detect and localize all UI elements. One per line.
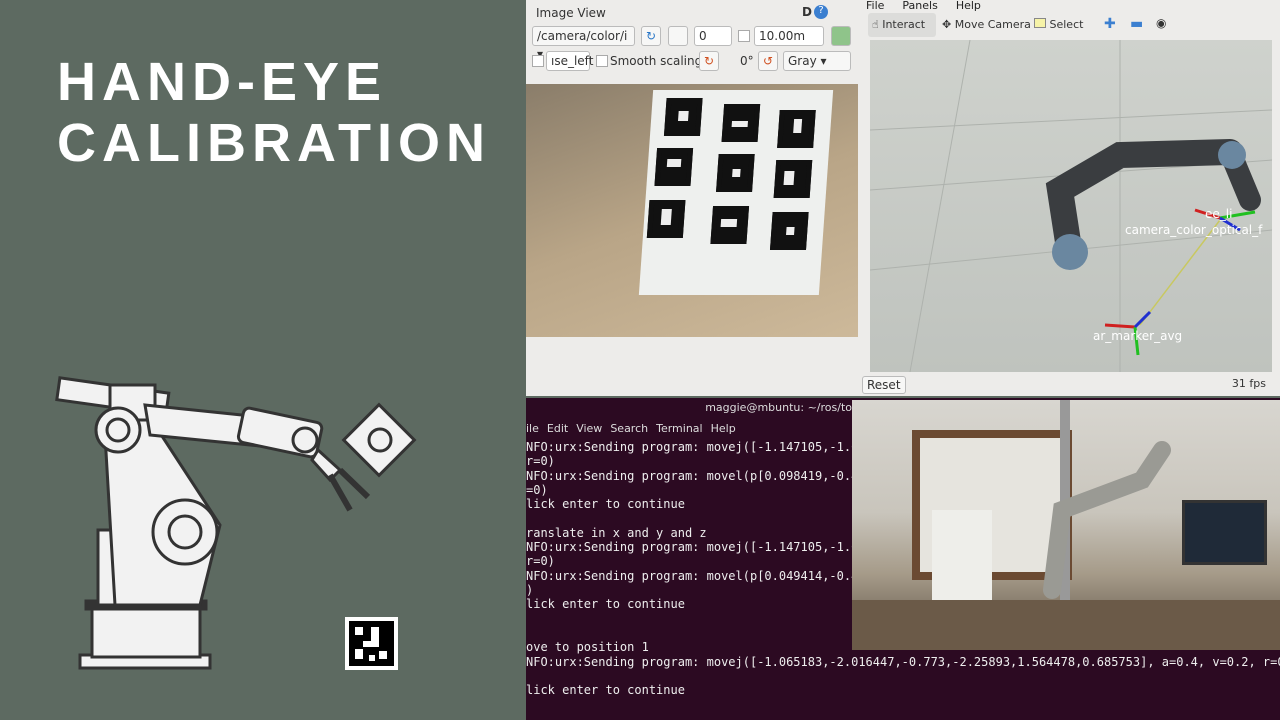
- smooth-scaling-label: Smooth scaling: [610, 54, 703, 68]
- mouse-left-checkbox[interactable]: [532, 55, 544, 67]
- camera-frame-label: camera_color_optical_f: [1125, 223, 1263, 237]
- 3d-view[interactable]: camera_color_optical_f ee_li ar_marker_a…: [869, 39, 1273, 373]
- terminal-line: r=0): [526, 454, 555, 469]
- help-icon[interactable]: ?: [814, 5, 828, 19]
- ee-frame-label: ee_li: [1205, 207, 1232, 221]
- menu-help[interactable]: Help: [956, 0, 981, 12]
- image-view-panel: Image View D ? /camera/color/i ▾ ↻ 0 10.…: [526, 0, 858, 396]
- marker-frame-label: ar_marker_avg: [1093, 329, 1182, 343]
- camera-image: [526, 84, 858, 337]
- colormap-select[interactable]: Gray ▾: [783, 51, 851, 71]
- terminal-line: lick enter to continue: [526, 683, 685, 698]
- rotation-label: 0°: [740, 54, 754, 68]
- refresh-icon[interactable]: ↻: [641, 26, 661, 46]
- move-camera-tool[interactable]: ✥ Move Camera: [942, 18, 1031, 31]
- fps-label: 31 fps: [1231, 377, 1266, 390]
- terminal-line: ): [526, 583, 534, 597]
- value-spinbox[interactable]: 0: [694, 26, 732, 46]
- terminal-line: =0): [526, 482, 548, 497]
- title-panel: HAND-EYE CALIBRATION: [0, 0, 526, 720]
- menu-panels[interactable]: Panels: [902, 0, 937, 12]
- title-line-2: CALIBRATION: [57, 113, 491, 173]
- menu-terminal[interactable]: Terminal: [656, 422, 703, 435]
- robot-visualization: camera_color_optical_f ee_li ar_marker_a…: [869, 39, 1273, 373]
- terminal-line: lick enter to continue: [526, 597, 685, 612]
- rotate-right-icon[interactable]: ↻: [699, 51, 719, 71]
- terminal-line: NFO:urx:Sending program: movel(p[0.04941…: [526, 568, 852, 583]
- lab-photo: [852, 400, 1280, 650]
- marker-board: [638, 90, 834, 295]
- terminal-line: NFO:urx:Sending program: movej([-1.06518…: [526, 654, 1280, 669]
- menu-file[interactable]: File: [866, 0, 884, 12]
- menu-view[interactable]: View: [576, 422, 602, 435]
- menu-file[interactable]: ile: [526, 422, 539, 435]
- terminal-line: r=0): [526, 554, 555, 569]
- interact-tool[interactable]: ☝ Interact: [868, 13, 936, 37]
- rviz-panel: File Panels Help ☝ Interact ✥ Move Camer…: [858, 0, 1280, 396]
- save-icon[interactable]: [668, 26, 688, 46]
- camera-view-icon[interactable]: ◉: [1156, 16, 1166, 30]
- terminal-line: NFO:urx:Sending program: movel(p[0.09841…: [526, 468, 852, 483]
- menu-help[interactable]: Help: [711, 422, 736, 435]
- remove-tool-icon[interactable]: ▬: [1130, 16, 1143, 32]
- terminal-title: maggie@mbuntu: ~/ros/to: [705, 401, 852, 414]
- terminal-line: ove to position 1: [526, 640, 649, 655]
- aruco-marker-icon: [345, 617, 398, 670]
- duration-spinbox[interactable]: 10.00m: [754, 26, 824, 46]
- rviz-menu-bar: File Panels Help: [866, 0, 981, 12]
- image-icon[interactable]: [831, 26, 851, 46]
- rotate-left-icon[interactable]: ↺: [758, 51, 778, 71]
- terminal-menu: ile Edit View Search Terminal Help: [526, 422, 736, 435]
- add-tool-icon[interactable]: ✚: [1104, 16, 1116, 32]
- terminal-line: ranslate in x and y and z: [526, 525, 707, 540]
- terminal-line: NFO:urx:Sending program: movej([-1.14710…: [526, 440, 852, 454]
- smooth-scaling-checkbox[interactable]: [596, 55, 608, 67]
- reset-button[interactable]: Reset: [862, 376, 906, 394]
- select-tool[interactable]: Select: [1034, 18, 1083, 31]
- duration-checkbox[interactable]: [738, 30, 750, 42]
- topic-select[interactable]: /camera/color/i ▾: [532, 26, 635, 61]
- dock-button[interactable]: D: [802, 5, 812, 19]
- menu-search[interactable]: Search: [610, 422, 648, 435]
- mouse-topic-field[interactable]: ıse_left: [546, 51, 593, 71]
- menu-edit[interactable]: Edit: [547, 422, 568, 435]
- terminal-line: NFO:urx:Sending program: movej([-1.14710…: [526, 540, 852, 555]
- title-line-1: HAND-EYE: [57, 52, 388, 112]
- window-title: Image View: [536, 6, 606, 20]
- terminal-line: lick enter to continue: [526, 497, 685, 512]
